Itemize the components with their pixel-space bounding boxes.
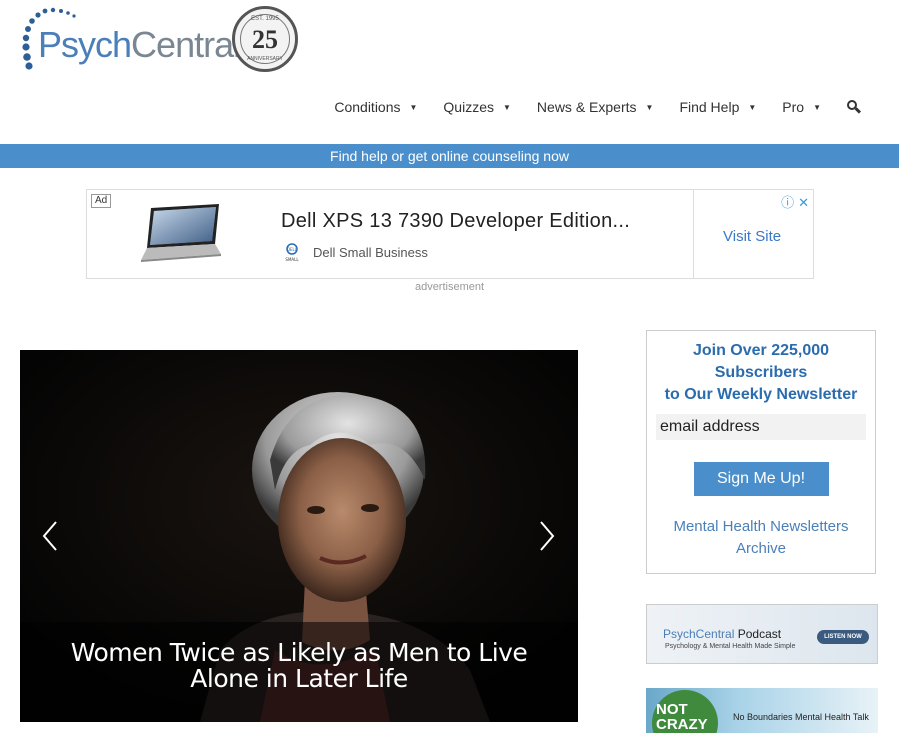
site-logo[interactable]: PsychCentral® EST. 1995 25 ANNIVERSARY — [20, 6, 300, 76]
chevron-right-icon[interactable] — [537, 518, 557, 554]
caret-down-icon: ▼ — [748, 102, 757, 112]
podcast-tagline: Psychology & Mental Health Made Simple — [665, 643, 796, 650]
sign-up-button[interactable]: Sign Me Up! — [693, 462, 829, 496]
ad-divider — [693, 190, 694, 278]
chevron-left-icon[interactable] — [40, 518, 60, 554]
logo-wordmark: PsychCentral® — [38, 24, 247, 65]
search-icon[interactable] — [847, 100, 862, 114]
main-nav: Conditions ▼ Quizzes ▼ News & Experts ▼ Fin… — [308, 96, 862, 118]
newsletter-title: Join Over 225,000 Subscribers to Our Wee… — [664, 342, 858, 403]
dell-logo-icon: DELL SMALL — [285, 243, 299, 262]
nav-conditions[interactable]: Conditions ▼ — [334, 99, 417, 115]
ad-banner[interactable]: Ad Dell XPS 13 7390 Developer Edition...… — [86, 189, 814, 279]
caret-down-icon: ▼ — [409, 102, 418, 112]
svg-text:DELL: DELL — [287, 247, 298, 252]
laptop-image — [141, 204, 221, 262]
ad-info-icon[interactable]: ⓘ — [781, 195, 794, 210]
close-icon[interactable]: ✕ — [798, 195, 809, 210]
email-field[interactable] — [656, 414, 866, 440]
nav-pro[interactable]: Pro ▼ — [782, 99, 821, 115]
caret-down-icon: ▼ — [503, 102, 511, 112]
nav-news-experts[interactable]: News & Experts ▼ — [537, 99, 654, 115]
ad-advertiser[interactable]: Dell Small Business — [313, 245, 428, 260]
svg-text:SMALL: SMALL — [285, 257, 299, 262]
nav-quizzes[interactable]: Quizzes ▼ — [443, 99, 511, 115]
podcast-name: PsychCentral Podcast — [663, 627, 782, 641]
hero-headline[interactable]: Women Twice as Likely as Men to Live Alo… — [20, 640, 578, 692]
not-crazy-podcast-banner[interactable]: NOT CRAZY No Boundaries Mental Health Ta… — [646, 688, 878, 733]
podcast-banner[interactable]: PsychCentral Podcast Psychology & Mental… — [646, 604, 878, 664]
not-crazy-title: NOT CRAZY — [656, 701, 708, 733]
visit-site-link[interactable]: Visit Site — [723, 228, 781, 245]
anniversary-badge: EST. 1995 25 ANNIVERSARY — [232, 6, 298, 72]
ad-caption: advertisement — [414, 281, 485, 293]
find-help-banner[interactable]: Find help or get online counseling now — [0, 144, 899, 168]
caret-down-icon: ▼ — [645, 102, 654, 112]
ad-title[interactable]: Dell XPS 13 7390 Developer Edition... — [281, 210, 630, 233]
nav-find-help[interactable]: Find Help ▼ — [679, 99, 756, 115]
newsletter-signup: Join Over 225,000 Subscribers to Our Wee… — [646, 330, 876, 574]
listen-now-button[interactable]: LISTEN NOW — [817, 630, 869, 644]
newsletter-archive-link[interactable]: Mental Health Newsletters Archive — [647, 516, 875, 560]
ad-label: Ad — [91, 194, 112, 208]
caret-down-icon: ▼ — [813, 102, 821, 112]
not-crazy-tagline: No Boundaries Mental Health Talk — [733, 712, 869, 722]
